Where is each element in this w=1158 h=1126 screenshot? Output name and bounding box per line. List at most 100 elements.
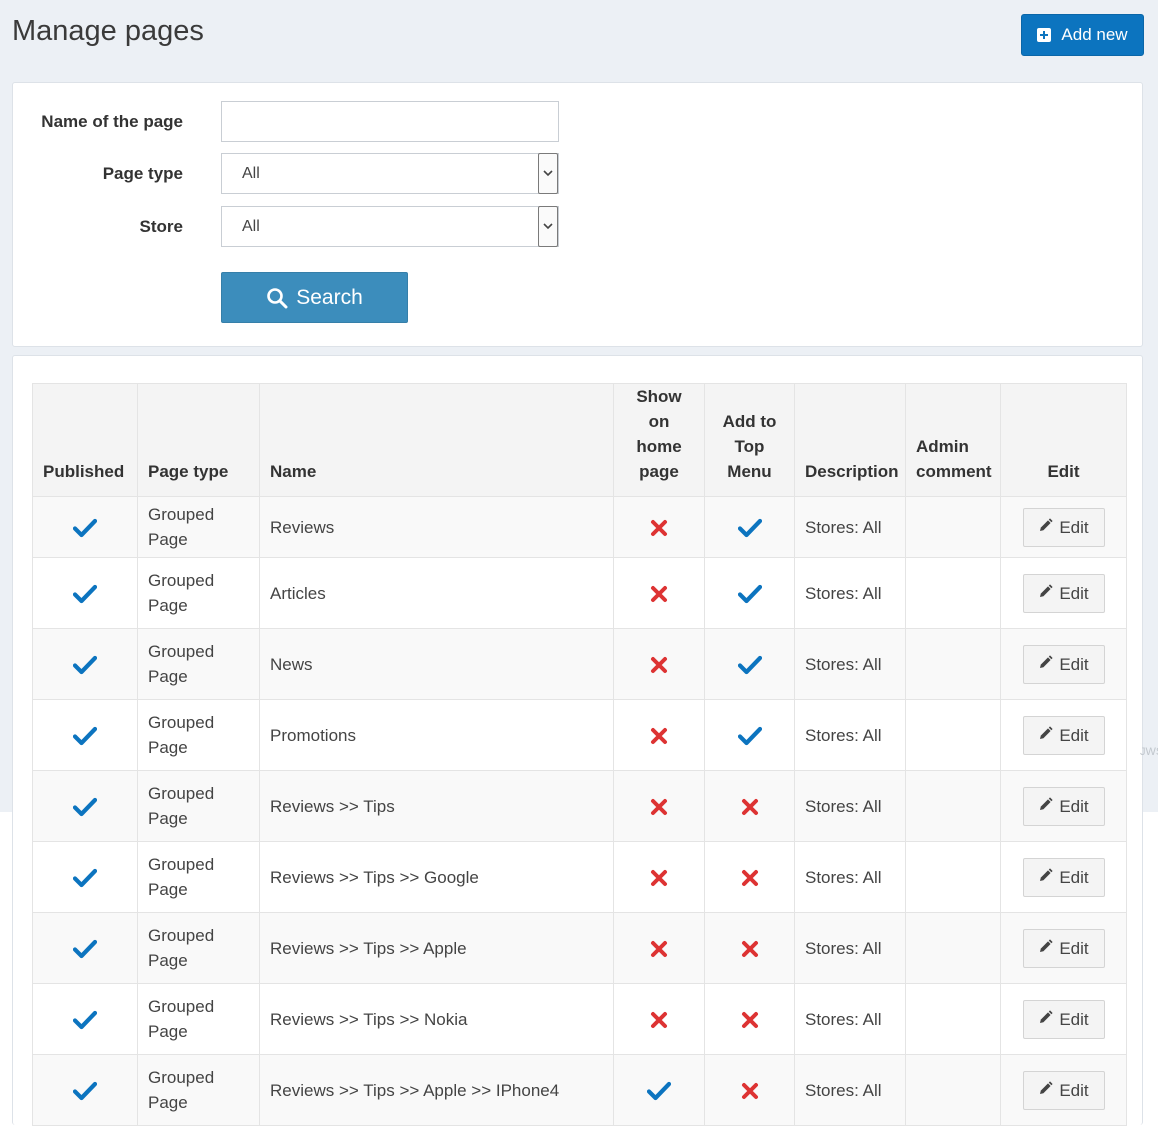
check-icon [737, 584, 762, 604]
cross-icon [741, 939, 759, 958]
description-cell: Stores: All [794, 770, 906, 842]
table-row: Grouped Page Reviews >> Tips >> Apple Store… [32, 912, 1127, 984]
cross-icon [741, 797, 759, 816]
store-select[interactable]: All [221, 206, 559, 247]
admin-comment-cell [905, 841, 1001, 913]
top-menu-cell [704, 699, 795, 771]
page-type-value: All [242, 164, 260, 182]
page-type-text: Page [148, 596, 188, 615]
cross-icon [650, 1010, 668, 1029]
published-cell [32, 983, 138, 1055]
page-type-select[interactable]: All [221, 153, 559, 194]
edit-label: Edit [1059, 1009, 1089, 1029]
cross-icon [650, 518, 668, 537]
cross-icon [741, 1010, 759, 1029]
check-icon [73, 1081, 97, 1101]
page-type-text: Grouped [148, 505, 215, 524]
edit-cell: Edit [1000, 699, 1127, 771]
name-cell: Reviews >> Tips >> Nokia [259, 983, 614, 1055]
table-row: Grouped Page Promotions Stores: All Edit [32, 699, 1127, 771]
search-button[interactable]: Search [221, 272, 408, 323]
column-header-published[interactable]: Published [32, 383, 138, 497]
table-row: Grouped Page Reviews >> Tips Stores: All Edi… [32, 770, 1127, 842]
column-header-page-type[interactable]: Page type [137, 383, 260, 497]
show-on-home-cell [613, 1054, 705, 1126]
description-cell: Stores: All [794, 1054, 906, 1126]
check-icon [73, 939, 97, 959]
show-on-home-cell [613, 841, 705, 913]
page-type-text: Grouped [148, 784, 215, 803]
edit-label: Edit [1059, 725, 1089, 745]
page-type-text: Grouped [148, 855, 215, 874]
name-cell: Reviews >> Tips [259, 770, 614, 842]
cross-icon [650, 868, 668, 887]
column-header-edit[interactable]: Edit [1000, 383, 1127, 497]
page-type-text: Page [148, 809, 188, 828]
edit-cell: Edit [1000, 496, 1127, 558]
show-on-home-cell [613, 496, 705, 558]
column-header-admin-comment[interactable]: Admin comment [905, 383, 1001, 497]
edit-button[interactable]: Edit [1022, 1070, 1105, 1110]
table-row: Grouped Page Reviews >> Tips >> Google Stor… [32, 841, 1127, 913]
cross-icon [741, 868, 759, 887]
page-type-text: Grouped [148, 642, 215, 661]
chevron-down-icon[interactable] [538, 206, 558, 247]
edit-cell: Edit [1000, 912, 1127, 984]
add-new-button[interactable]: Add new [1021, 14, 1144, 56]
pencil-icon [1038, 723, 1053, 748]
cross-icon [741, 1081, 759, 1100]
page-type-cell: Grouped Page [137, 983, 260, 1055]
top-menu-cell [704, 983, 795, 1055]
edit-cell: Edit [1000, 1054, 1127, 1126]
top-menu-cell [704, 557, 795, 629]
top-menu-cell [704, 1054, 795, 1126]
page-type-cell: Grouped Page [137, 496, 260, 558]
check-icon [737, 518, 762, 538]
description-cell: Stores: All [794, 699, 906, 771]
page-type-label: Page type [102, 164, 183, 183]
edit-button[interactable]: Edit [1022, 644, 1105, 684]
page-type-text: Page [148, 951, 188, 970]
check-icon [73, 1010, 97, 1030]
top-menu-cell [704, 628, 795, 700]
edit-label: Edit [1059, 517, 1089, 537]
column-header-show-on-home-page[interactable]: Show on home page [613, 383, 705, 497]
search-panel: Name of the page Page type All Store All… [12, 82, 1143, 347]
page-type-cell: Grouped Page [137, 841, 260, 913]
show-on-home-cell [613, 983, 705, 1055]
cross-icon [650, 584, 668, 603]
edit-button[interactable]: Edit [1022, 507, 1105, 547]
name-cell: Reviews [259, 496, 614, 558]
description-cell: Stores: All [794, 983, 906, 1055]
page-type-cell: Grouped Page [137, 699, 260, 771]
edit-button[interactable]: Edit [1022, 999, 1105, 1039]
admin-comment-cell [905, 496, 1001, 558]
edit-label: Edit [1059, 654, 1089, 674]
column-header-name[interactable]: Name [259, 383, 614, 497]
edit-button[interactable]: Edit [1022, 715, 1105, 755]
edit-button[interactable]: Edit [1022, 928, 1105, 968]
pages-table: Published Page type Name Show on home pa… [32, 383, 1127, 1126]
cross-icon [650, 939, 668, 958]
description-cell: Stores: All [794, 557, 906, 629]
description-cell: Stores: All [794, 496, 906, 558]
edit-cell: Edit [1000, 557, 1127, 629]
name-cell: News [259, 628, 614, 700]
edit-button[interactable]: Edit [1022, 786, 1105, 826]
top-menu-cell [704, 496, 795, 558]
edit-button[interactable]: Edit [1022, 573, 1105, 613]
column-header-description[interactable]: Description [794, 383, 906, 497]
admin-comment-cell [905, 983, 1001, 1055]
name-of-page-input[interactable] [221, 101, 559, 142]
edit-button[interactable]: Edit [1022, 857, 1105, 897]
admin-comment-cell [905, 699, 1001, 771]
admin-comment-cell [905, 912, 1001, 984]
page-type-text: Grouped [148, 713, 215, 732]
published-cell [32, 496, 138, 558]
name-cell: Reviews >> Tips >> Apple >> IPhone4 [259, 1054, 614, 1126]
column-header-add-to-top-menu[interactable]: Add to Top Menu [704, 383, 795, 497]
chevron-down-icon[interactable] [538, 153, 558, 194]
page-type-text: Grouped [148, 1068, 215, 1087]
page-type-text: Page [148, 1022, 188, 1041]
published-cell [32, 628, 138, 700]
